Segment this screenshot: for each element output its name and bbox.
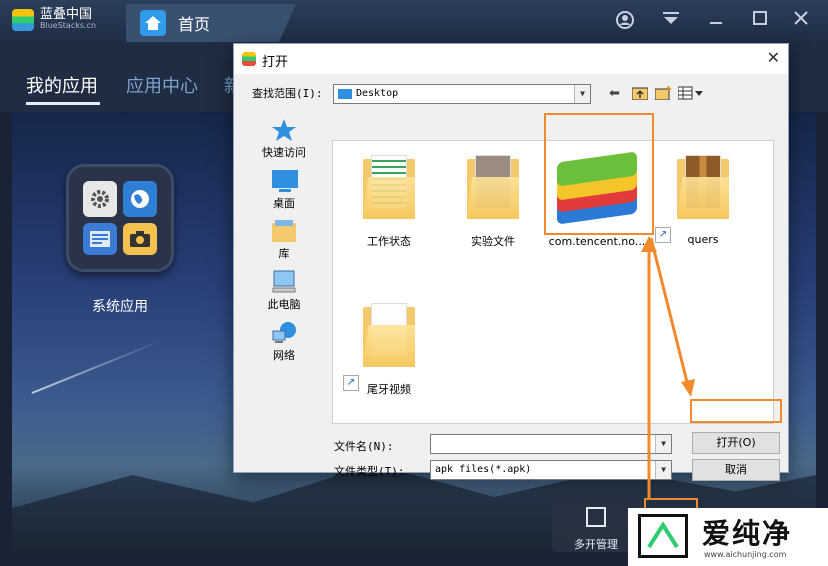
library-icon (271, 219, 297, 243)
place-network[interactable]: 网络 (254, 321, 314, 363)
minimize-icon[interactable] (705, 10, 727, 32)
watermark: 爱纯净 www.aichunjing.com (628, 508, 828, 566)
place-label: 快速访问 (262, 146, 306, 159)
open-button[interactable]: 打开(O) (692, 432, 780, 454)
place-label: 网络 (273, 349, 295, 362)
watermark-url: www.aichunjing.com (704, 550, 787, 559)
filename-input[interactable]: ▼ (430, 434, 672, 454)
title-bar: 蓝叠中国 BlueStacks.cn 首页 (0, 0, 828, 42)
menu-dropdown-icon[interactable] (660, 10, 682, 32)
new-folder-icon[interactable] (654, 85, 671, 104)
close-icon[interactable] (790, 10, 812, 32)
lookin-value: Desktop (356, 88, 399, 99)
active-tab-indicator (26, 102, 100, 105)
desktop-icon (271, 169, 298, 193)
dialog-title-bar: 打开 ✕ (234, 44, 788, 74)
system-apps-label: 系统应用 (92, 299, 148, 315)
brand-name: 蓝叠中国 (40, 7, 93, 22)
chevron-down-icon: ▼ (655, 435, 671, 453)
filetype-select[interactable]: apk files(*.apk) ▼ (430, 460, 672, 480)
quick-access-icon (271, 118, 297, 142)
brand: 蓝叠中国 BlueStacks.cn (12, 8, 96, 31)
desktop-small-icon (338, 89, 352, 99)
watermark-text: 爱纯净 (702, 517, 793, 550)
tab-my-apps[interactable]: 我的应用 (26, 72, 98, 98)
shortcut-arrow-icon: ↗ (343, 375, 359, 391)
multi-instance-icon (586, 507, 606, 527)
file-item-folder[interactable]: 实验文件 (443, 155, 543, 249)
tab-home[interactable]: 首页 (126, 4, 296, 42)
file-item-folder[interactable]: 工作状态 (339, 155, 439, 249)
network-icon (271, 321, 297, 345)
home-icon (140, 10, 166, 36)
lookin-combo[interactable]: Desktop ▼ (333, 84, 591, 104)
dialog-title: 打开 (262, 55, 289, 70)
place-label: 桌面 (273, 197, 295, 210)
camera-icon (123, 223, 157, 255)
multi-instance-label: 多开管理 (574, 538, 618, 551)
settings-gear-icon (83, 181, 117, 217)
file-label: 工作状态 (367, 235, 411, 248)
brand-sub: BlueStacks.cn (40, 21, 97, 30)
meteor-decoration (31, 339, 163, 394)
shortcut-arrow-icon: ↗ (655, 227, 671, 243)
place-library[interactable]: 库 (254, 219, 314, 261)
place-this-pc[interactable]: 此电脑 (254, 270, 314, 312)
up-folder-icon[interactable] (631, 86, 649, 104)
folder-icon (677, 155, 729, 219)
folder-icon (363, 155, 415, 219)
place-label: 此电脑 (267, 298, 301, 311)
browser-globe-icon (123, 181, 157, 217)
filetype-value: apk files(*.apk) (435, 464, 532, 475)
this-pc-icon (271, 270, 297, 294)
highlight-open-button-box (690, 399, 782, 423)
folder-icon (363, 303, 415, 367)
file-label: 实验文件 (471, 235, 515, 248)
cancel-button[interactable]: 取消 (692, 459, 780, 481)
file-label: com.tencent.no... (548, 235, 646, 248)
place-desktop[interactable]: 桌面 (254, 169, 314, 211)
chevron-down-icon: ▼ (655, 461, 671, 479)
system-apps-folder[interactable] (66, 164, 174, 272)
view-menu-icon[interactable] (677, 86, 704, 104)
file-manager-icon (83, 223, 117, 255)
dialog-close-icon[interactable]: ✕ (767, 48, 780, 67)
watermark-logo-icon (638, 514, 688, 558)
folder-icon (467, 155, 519, 219)
maximize-icon[interactable] (749, 10, 771, 32)
place-label: 库 (278, 247, 290, 260)
filename-label: 文件名(N): (334, 440, 394, 453)
tab-home-label: 首页 (178, 15, 211, 34)
chevron-down-icon: ▼ (574, 85, 590, 103)
dialog-app-icon (242, 52, 256, 66)
highlight-apk-box (544, 113, 654, 235)
filetype-label: 文件类型(T): (334, 465, 405, 478)
lookin-label: 查找范围(I): (252, 87, 323, 100)
place-quick-access[interactable]: 快速访问 (254, 118, 314, 160)
back-arrow-icon[interactable]: ⬅ (609, 86, 620, 101)
account-icon[interactable] (614, 10, 636, 32)
bluestacks-logo-icon (12, 8, 34, 31)
tab-app-center[interactable]: 应用中心 (126, 72, 198, 98)
